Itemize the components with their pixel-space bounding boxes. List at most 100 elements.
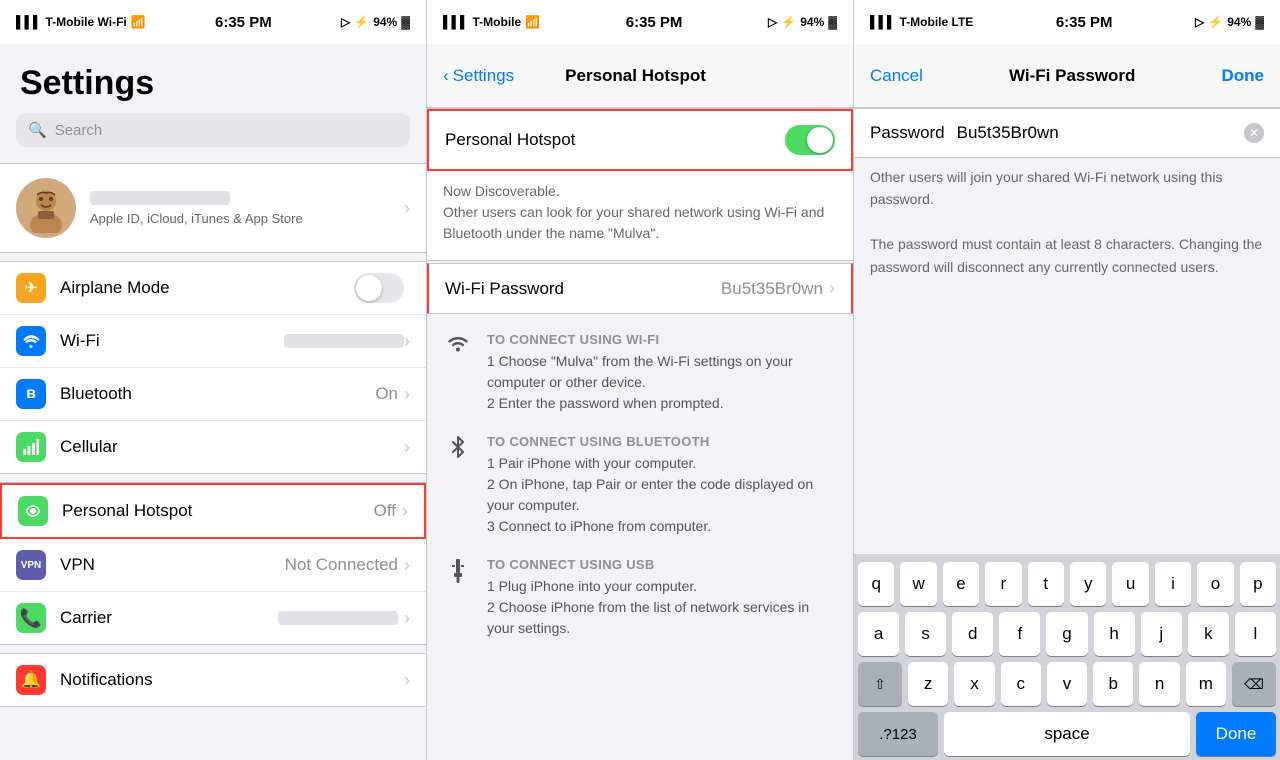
wifi-value-blurred (284, 334, 404, 348)
hotspot-nav-title: Personal Hotspot (514, 66, 757, 86)
status-time-3: 6:35 PM (1056, 14, 1113, 31)
airplane-toggle[interactable] (354, 273, 404, 303)
bluetooth-label: Bluetooth (60, 384, 375, 404)
delete-key[interactable]: ⌫ (1232, 662, 1276, 706)
sidebar-item-notifications[interactable]: 🔔 Notifications › (0, 654, 426, 706)
key-v[interactable]: v (1047, 662, 1087, 706)
hotspot-panel: ▌▌▌ T-Mobile 📶 6:35 PM ▷ ⚡ 94% ▓ ‹ Setti… (427, 0, 854, 760)
chevron-right-icon: › (404, 670, 410, 691)
wifi-nav-title: Wi-Fi Password (923, 66, 1222, 86)
key-n[interactable]: n (1139, 662, 1179, 706)
bluetooth-setting-icon: ʙ (16, 379, 46, 409)
settings-group-1: ✈ Airplane Mode Wi-Fi › ʙ Bluetooth On (0, 261, 426, 474)
wifi-icon-2: 📶 (525, 15, 540, 29)
wifi-password-value: Bu5t35Br0wn (721, 279, 823, 299)
key-z[interactable]: z (908, 662, 948, 706)
page-title: Settings (0, 44, 426, 113)
hotspot-toggle-row[interactable]: Personal Hotspot (427, 109, 853, 171)
key-f[interactable]: f (999, 612, 1040, 656)
chevron-right-icon: › (404, 437, 410, 458)
connect-usb-icon (443, 557, 473, 583)
key-k[interactable]: k (1188, 612, 1229, 656)
sidebar-item-vpn[interactable]: VPN VPN Not Connected › (0, 539, 426, 592)
sidebar-item-wifi[interactable]: Wi-Fi › (0, 315, 426, 368)
key-s[interactable]: s (905, 612, 946, 656)
bluetooth-status-icon: ⚡ (354, 15, 369, 29)
key-j[interactable]: j (1141, 612, 1182, 656)
search-placeholder: Search (55, 122, 103, 139)
key-h[interactable]: h (1094, 612, 1135, 656)
connect-usb-header: TO CONNECT USING USB (487, 557, 837, 572)
search-icon: 🔍 (28, 121, 47, 139)
sidebar-item-cellular[interactable]: Cellular › (0, 421, 426, 473)
key-d[interactable]: d (952, 612, 993, 656)
airplane-icon: ✈ (16, 273, 46, 303)
back-button[interactable]: ‹ Settings (443, 66, 514, 86)
key-p[interactable]: p (1240, 562, 1276, 606)
chevron-left-icon: ‹ (443, 66, 449, 86)
connect-wifi-text: TO CONNECT USING WI-FI 1 Choose "Mulva" … (487, 332, 837, 414)
connect-wifi-icon (443, 332, 473, 352)
keyboard-row-2: a s d f g h j k l (858, 612, 1276, 656)
key-t[interactable]: t (1028, 562, 1064, 606)
chevron-right-icon: › (404, 555, 410, 576)
key-m[interactable]: m (1186, 662, 1226, 706)
settings-panel: ▌▌▌ T-Mobile Wi-Fi 📶 6:35 PM ▷ ⚡ 94% ▓ S… (0, 0, 427, 760)
clear-button[interactable]: ✕ (1244, 123, 1264, 143)
status-time-2: 6:35 PM (626, 14, 683, 31)
keyboard-bottom-row: .?123 space Done (858, 712, 1276, 756)
bluetooth-value: On (375, 384, 398, 404)
sidebar-item-airplane[interactable]: ✈ Airplane Mode (0, 262, 426, 315)
wifi-password-label: Wi-Fi Password (445, 279, 721, 299)
space-key[interactable]: space (944, 712, 1190, 756)
key-l[interactable]: l (1235, 612, 1276, 656)
sidebar-item-hotspot[interactable]: Personal Hotspot Off › (0, 483, 426, 539)
key-u[interactable]: u (1112, 562, 1148, 606)
wifi-password-row[interactable]: Wi-Fi Password Bu5t35Br0wn › (427, 263, 853, 314)
wifi-nav-bar: Cancel Wi-Fi Password Done (854, 44, 1280, 108)
connect-bluetooth-icon (443, 434, 473, 458)
cancel-button[interactable]: Cancel (870, 66, 923, 86)
password-input[interactable] (957, 123, 1244, 143)
key-b[interactable]: b (1093, 662, 1133, 706)
sidebar-item-carrier[interactable]: 📞 Carrier › (0, 592, 426, 644)
key-q[interactable]: q (858, 562, 894, 606)
connect-wifi-item: TO CONNECT USING WI-FI 1 Choose "Mulva" … (443, 332, 837, 414)
key-w[interactable]: w (900, 562, 936, 606)
key-a[interactable]: a (858, 612, 899, 656)
password-hint: Other users will join your shared Wi-Fi … (854, 166, 1280, 294)
battery-icon-3: ▓ (1255, 15, 1264, 29)
key-r[interactable]: r (985, 562, 1021, 606)
carrier-value-blurred (278, 611, 398, 625)
numbers-key[interactable]: .?123 (858, 712, 938, 756)
shift-key[interactable]: ⇧ (858, 662, 902, 706)
hotspot-toggle-switch[interactable] (785, 125, 835, 155)
keyboard-done-key[interactable]: Done (1196, 712, 1276, 756)
key-i[interactable]: i (1155, 562, 1191, 606)
key-y[interactable]: y (1070, 562, 1106, 606)
profile-subtitle: Apple ID, iCloud, iTunes & App Store (90, 211, 390, 226)
profile-section[interactable]: Apple ID, iCloud, iTunes & App Store › (0, 163, 426, 253)
key-e[interactable]: e (943, 562, 979, 606)
cellular-label: Cellular (60, 437, 404, 457)
connect-bluetooth-text: TO CONNECT USING BLUETOOTH 1 Pair iPhone… (487, 434, 837, 537)
back-label: Settings (453, 66, 514, 86)
key-x[interactable]: x (954, 662, 994, 706)
key-o[interactable]: o (1197, 562, 1233, 606)
status-battery-2: ▷ ⚡ 94% ▓ (768, 15, 837, 29)
connect-bluetooth-instruction: 1 Pair iPhone with your computer.2 On iP… (487, 453, 837, 537)
key-g[interactable]: g (1046, 612, 1087, 656)
vpn-icon: VPN (16, 550, 46, 580)
battery-icon: ▓ (401, 15, 410, 29)
sidebar-item-bluetooth[interactable]: ʙ Bluetooth On › (0, 368, 426, 421)
chevron-right-icon: › (402, 501, 408, 522)
done-button[interactable]: Done (1222, 66, 1265, 86)
keyboard-row-1: q w e r t y u i o p (858, 562, 1276, 606)
wifi-setting-icon (16, 326, 46, 356)
chevron-right-icon: › (404, 331, 410, 352)
hotspot-nav-bar: ‹ Settings Personal Hotspot (427, 44, 853, 108)
key-c[interactable]: c (1001, 662, 1041, 706)
discoverable-text: Now Discoverable. Other users can look f… (427, 171, 853, 260)
search-bar[interactable]: 🔍 Search (16, 113, 410, 147)
vpn-label: VPN (60, 555, 285, 575)
